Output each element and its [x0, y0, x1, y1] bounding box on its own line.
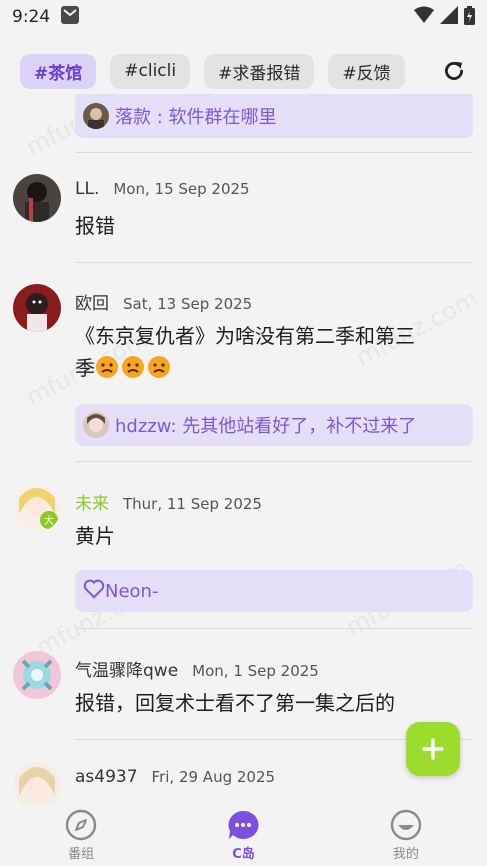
post-date: Fri, 29 Aug 2025: [151, 768, 276, 786]
author-name[interactable]: 气温骤降qwe: [75, 656, 178, 681]
refresh-icon: [445, 61, 463, 80]
plus-icon: [422, 738, 444, 760]
post-date: Mon, 15 Sep 2025: [113, 180, 250, 198]
author-name[interactable]: 欧回: [75, 289, 109, 314]
battery-icon: [464, 5, 475, 29]
refresh-button[interactable]: [439, 56, 469, 86]
svg-text:大: 大: [44, 514, 54, 527]
post-date: Mon, 1 Sep 2025: [192, 662, 319, 680]
nav-label: 我的: [392, 847, 419, 862]
tag-clicli[interactable]: #clicli: [110, 53, 191, 89]
like-user: Neon-: [105, 580, 159, 602]
tag-fankui[interactable]: #反馈: [328, 53, 405, 89]
post-content-line1: 《东京复仇者》为啥没有第二季和第三: [75, 324, 415, 348]
quote-text: 落款 : 软件群在哪里: [115, 107, 277, 128]
post-content: 报错，回复术士看不了第一集之后的: [75, 691, 395, 715]
nav-fanzu[interactable]: 番组: [0, 806, 162, 866]
nav-label: 番组: [68, 847, 95, 862]
avatar[interactable]: 大: [13, 484, 61, 532]
status-icons: [414, 5, 475, 29]
divider: [75, 262, 473, 263]
signal-icon: [440, 6, 458, 28]
heart-icon: [83, 579, 105, 604]
post-header: 气温骤降qwe Mon, 1 Sep 2025: [75, 656, 319, 681]
divider: [75, 152, 473, 153]
bottom-navigation: 番组 C岛 我的: [0, 806, 487, 866]
post-content-line2: 季: [75, 352, 470, 384]
like-bar[interactable]: Neon-: [75, 570, 473, 612]
author-name[interactable]: 未来: [75, 489, 109, 514]
notification-icon: [60, 5, 80, 29]
avatar[interactable]: [13, 651, 61, 699]
author-name[interactable]: LL.: [75, 179, 99, 199]
divider: [75, 461, 473, 462]
topic-tag-bar: #茶馆 #clicli #求番报错 #反馈: [0, 48, 487, 94]
post-date: Sat, 13 Sep 2025: [123, 295, 253, 313]
post-content: 报错: [75, 214, 115, 238]
tag-chaguan[interactable]: #茶馆: [20, 53, 97, 89]
nav-c-island[interactable]: C岛: [162, 806, 324, 866]
post-header: 欧回 Sat, 13 Sep 2025: [75, 289, 252, 314]
tag-qiufan-baocuo[interactable]: #求番报错: [204, 53, 315, 89]
nav-label: C岛: [232, 847, 255, 862]
author-name[interactable]: as4937: [75, 767, 138, 787]
pouting-face-icon: [95, 356, 173, 380]
avatar[interactable]: [13, 284, 61, 332]
avatar[interactable]: [13, 174, 61, 222]
post-date: Thur, 11 Sep 2025: [123, 495, 262, 513]
divider: [75, 628, 473, 629]
smile-face-icon: [390, 809, 422, 841]
status-bar: 9:24: [0, 0, 487, 34]
post-feed[interactable]: mfunz.com mfunz.com mfunz.com mfunz.com …: [0, 94, 487, 806]
status-time: 9:24: [12, 7, 51, 27]
quote-text: hdzzw: 先其他站看好了，补不过来了: [115, 416, 417, 437]
post-header: as4937 Fri, 29 Aug 2025: [75, 767, 275, 787]
new-post-button[interactable]: [406, 722, 460, 776]
post-header: LL. Mon, 15 Sep 2025: [75, 179, 250, 199]
quote-reply[interactable]: hdzzw: 先其他站看好了，补不过来了: [75, 404, 473, 446]
post-header: 未来 Thur, 11 Sep 2025: [75, 489, 262, 514]
quote-avatar: [83, 103, 109, 129]
wifi-icon: [414, 6, 434, 28]
chat-bubble-icon: [229, 810, 259, 839]
post-content: 黄片: [75, 524, 115, 548]
nav-mine[interactable]: 我的: [325, 806, 487, 866]
partial-quote-reply[interactable]: 落款 : 软件群在哪里: [75, 94, 473, 138]
compass-icon: [65, 809, 97, 841]
post-content: 《东京复仇者》为啥没有第二季和第三 季: [75, 320, 470, 384]
avatar[interactable]: [13, 762, 61, 806]
quote-avatar: [83, 412, 109, 438]
